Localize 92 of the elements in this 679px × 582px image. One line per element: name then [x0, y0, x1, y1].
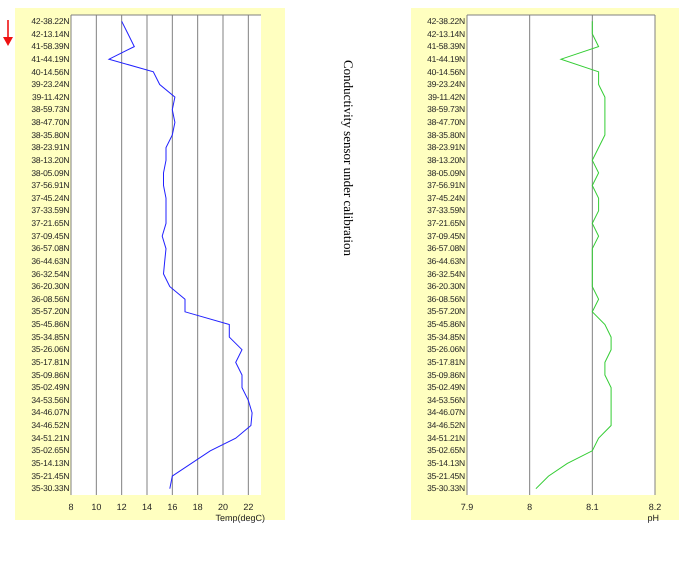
latitude-label: 40-14.56N — [427, 68, 465, 76]
latitude-label: 37-33.59N — [31, 206, 70, 215]
latitude-label: 35-45.86N — [31, 320, 70, 329]
latitude-label: 35-17.81N — [31, 358, 70, 366]
latitude-label: 38-13.20N — [31, 156, 70, 164]
latitude-label: 35-30.33N — [31, 484, 70, 493]
latitude-label: 42-13.14N — [31, 30, 70, 38]
latitude-label: 37-21.65N — [427, 219, 465, 228]
latitude-label: 35-17.81N — [427, 358, 465, 366]
tick-label: 8.1 — [586, 502, 599, 512]
latitude-label: 35-02.49N — [31, 383, 70, 392]
latitude-label: 34-53.56N — [427, 396, 465, 404]
latitude-label: 36-44.63N — [427, 256, 465, 266]
latitude-label: 38-23.91N — [427, 143, 465, 152]
latitude-label: 36-20.30N — [427, 282, 465, 291]
latitude-label: 36-57.08N — [427, 244, 465, 253]
latitude-label: 35-02.65N — [427, 446, 465, 455]
latitude-label: 34-46.52N — [31, 421, 70, 430]
arrow-down-icon — [2, 20, 13, 46]
latitude-label: 42-13.14N — [427, 30, 465, 38]
latitude-label: 34-51.21N — [427, 434, 465, 442]
tick-label: 8 — [68, 502, 74, 512]
latitude-label: 37-56.91N — [31, 181, 70, 190]
latitude-label: 34-46.52N — [427, 421, 465, 430]
latitude-label: 41-58.39N — [31, 42, 70, 51]
latitude-label: 41-44.19N — [427, 54, 465, 64]
latitude-label: 36-32.54N — [427, 270, 465, 278]
latitude-label: 39-23.24N — [427, 80, 465, 89]
latitude-label: 37-45.24N — [31, 194, 70, 202]
latitude-label: 36-57.08N — [31, 244, 70, 253]
latitude-label: 35-26.06N — [31, 345, 70, 354]
tick-label: 10 — [92, 502, 102, 512]
latitude-label: 41-58.39N — [427, 42, 465, 51]
latitude-label: 36-20.30N — [31, 282, 70, 291]
latitude-label: 42-38.22N — [427, 17, 465, 26]
latitude-label: 41-44.19N — [31, 54, 70, 64]
latitude-label: 38-47.70N — [427, 118, 465, 127]
latitude-label: 40-14.56N — [31, 68, 70, 76]
latitude-label: 38-35.80N — [31, 130, 70, 140]
latitude-label: 38-59.73N — [427, 105, 465, 114]
tick-label: 12 — [116, 502, 127, 512]
latitude-label: 37-56.91N — [427, 181, 465, 190]
latitude-label: 35-26.06N — [427, 345, 465, 354]
tick-label: 16 — [168, 502, 178, 512]
tick-label: 20 — [218, 502, 228, 512]
axis-title: pH — [647, 513, 659, 523]
latitude-label: 37-45.24N — [427, 194, 465, 202]
latitude-label: 38-35.80N — [427, 130, 465, 140]
latitude-label: 37-33.59N — [427, 206, 465, 215]
latitude-label: 34-46.07N — [31, 408, 70, 417]
tick-label: 7.9 — [460, 502, 474, 512]
latitude-label: 34-53.56N — [31, 396, 70, 404]
latitude-label: 38-05.09N — [427, 168, 465, 178]
tick-label: 18 — [192, 502, 203, 512]
latitude-label: 35-02.49N — [427, 383, 465, 392]
latitude-label: 35-30.33N — [427, 484, 465, 493]
tick-label: 8 — [527, 502, 532, 512]
latitude-label: 34-51.21N — [31, 434, 70, 442]
latitude-label: 35-21.45N — [427, 472, 465, 480]
tick-label: 14 — [142, 502, 152, 512]
latitude-label: 35-45.86N — [427, 320, 465, 329]
latitude-label: 35-34.85N — [427, 332, 465, 342]
latitude-label: 34-46.07N — [427, 408, 465, 417]
latitude-label: 35-09.86N — [31, 370, 70, 380]
latitude-label: 35-57.20N — [31, 307, 70, 316]
tick-label: 22 — [244, 502, 254, 512]
axis-title: Temp(degC) — [216, 513, 266, 523]
latitude-label: 35-14.13N — [31, 458, 70, 468]
latitude-label: 36-32.54N — [31, 270, 70, 278]
latitude-label: 37-21.65N — [31, 219, 70, 228]
latitude-label: 37-09.45N — [31, 232, 70, 240]
latitude-label: 42-38.22N — [31, 17, 70, 26]
latitude-label: 35-34.85N — [31, 332, 70, 342]
latitude-label: 35-09.86N — [427, 370, 465, 380]
latitude-label: 38-13.20N — [427, 156, 465, 164]
latitude-label: 38-47.70N — [31, 118, 70, 127]
latitude-label: 39-11.42N — [428, 92, 465, 102]
latitude-label: 38-23.91N — [31, 143, 70, 152]
latitude-label: 38-05.09N — [31, 168, 70, 178]
annotation-text: Conductivity sensor under calibration — [340, 60, 357, 256]
latitude-label: 35-02.65N — [31, 446, 70, 455]
latitude-label: 38-59.73N — [31, 105, 70, 114]
latitude-label: 39-11.42N — [32, 92, 70, 102]
latitude-label: 37-09.45N — [427, 232, 465, 240]
latitude-label: 35-57.20N — [427, 307, 465, 316]
latitude-label: 35-14.13N — [427, 458, 465, 468]
latitude-label: 36-44.63N — [31, 256, 70, 266]
tick-label: 8.2 — [648, 502, 662, 512]
latitude-label: 35-21.45N — [31, 472, 70, 480]
latitude-label: 39-23.24N — [31, 80, 70, 89]
latitude-label: 36-08.56N — [427, 294, 465, 304]
latitude-label: 36-08.56N — [31, 294, 70, 304]
